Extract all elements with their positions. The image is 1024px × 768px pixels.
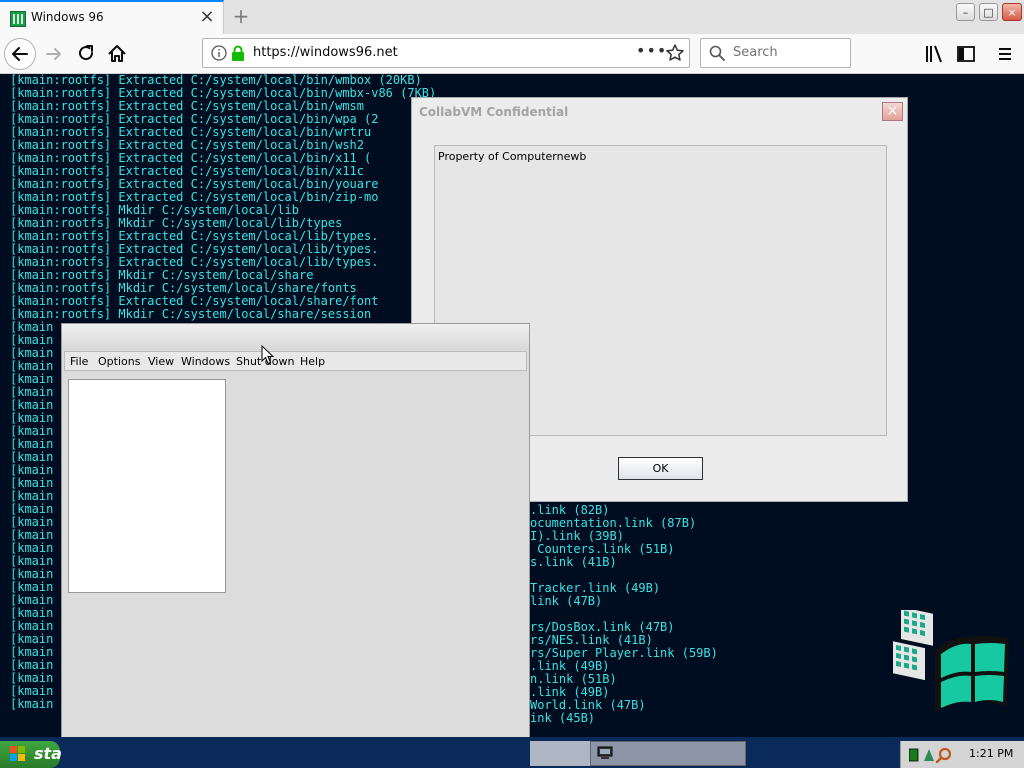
dialog-close-button[interactable]: × [882, 102, 903, 121]
menu-options[interactable]: Options [98, 355, 140, 368]
back-button[interactable] [4, 38, 36, 70]
network-icon [909, 748, 919, 762]
menu-help[interactable]: Help [300, 355, 325, 368]
window-close-button[interactable]: × [1002, 3, 1022, 21]
reload-button[interactable] [74, 42, 98, 66]
tab-close-button[interactable]: × [199, 7, 215, 27]
file-manager-window: File Options View Windows Shut down Help [61, 323, 530, 768]
library-icon [926, 45, 942, 63]
file-manager-titlebar[interactable] [62, 324, 529, 350]
bookmark-star-icon[interactable] [665, 43, 685, 63]
start-button[interactable]: sta [0, 741, 62, 768]
sidebar-icon [957, 46, 975, 62]
volume-icon [924, 749, 934, 761]
reload-icon [79, 45, 94, 61]
home-icon [108, 45, 126, 62]
url-text[interactable]: https://windows96.net [253, 45, 398, 60]
taskbar-window-button[interactable] [590, 741, 746, 766]
tab-title: Windows 96 [31, 10, 104, 24]
console-line: s.link (41B) [530, 555, 617, 569]
search-bar[interactable]: Search [700, 38, 851, 68]
tray-icons [909, 747, 952, 763]
search-icon [709, 45, 725, 61]
search-input[interactable]: Search [733, 45, 778, 60]
file-manager-menubar: File Options View Windows Shut down Help [64, 351, 527, 371]
console-line: ink (45B) [530, 711, 596, 725]
vm-screen[interactable]: [kmain:rootfs] Extracted C:/system/local… [0, 74, 1024, 768]
console-line: link (47B) [530, 594, 603, 608]
browser-toolbar: https://windows96.net ••• Search [0, 34, 1024, 74]
lock-icon[interactable] [231, 45, 245, 61]
menu-view[interactable]: View [148, 355, 174, 368]
menu-windows[interactable]: Windows [181, 355, 230, 368]
home-button[interactable] [105, 42, 129, 66]
folder-tree-pane[interactable] [68, 379, 226, 593]
taskbar-window-list [530, 741, 746, 766]
windows-flag-icon [10, 746, 25, 761]
dialog-title: CollabVM Confidential [419, 105, 569, 119]
hamburger-menu-icon [999, 48, 1011, 60]
windows96-logo-icon [893, 610, 1009, 712]
browser-tab-strip: Windows 96 × + – □ × [0, 0, 1024, 34]
page-actions-menu-icon[interactable]: ••• [636, 41, 667, 60]
computer-icon [597, 746, 613, 759]
new-tab-button[interactable]: + [230, 4, 252, 28]
windows96-favicon-icon [10, 11, 26, 27]
arrow-left-icon [12, 47, 28, 61]
dialog-message: Property of Computernewb [438, 150, 587, 163]
start-label: sta [34, 744, 62, 763]
mouse-cursor-icon [261, 345, 275, 365]
library-button[interactable] [924, 43, 948, 67]
forward-button[interactable] [42, 42, 66, 66]
info-icon[interactable] [211, 45, 227, 61]
browser-tab[interactable]: Windows 96 × [0, 0, 224, 34]
window-minimize-button[interactable]: – [956, 3, 975, 21]
open-menu-button[interactable] [994, 43, 1018, 67]
taskbar: sta 1:21 PM [0, 737, 1024, 768]
sidebar-toggle-button[interactable] [955, 43, 979, 67]
menu-file[interactable]: File [70, 355, 88, 368]
taskbar-clock: 1:21 PM [969, 747, 1014, 760]
address-bar[interactable]: https://windows96.net ••• [202, 38, 690, 68]
boot-console-right-segment: .link (82B) ocumentation.link (87B) I).lin… [530, 504, 718, 725]
window-maximize-button[interactable]: □ [979, 3, 998, 21]
ok-button[interactable]: OK [618, 457, 703, 480]
dialog-titlebar[interactable]: CollabVM Confidential × [412, 98, 907, 126]
system-tray: 1:21 PM [900, 741, 1024, 768]
arrow-right-icon [46, 48, 61, 60]
console-line: [kmain:rootfs] Mkdir C:/system/local/sha… [10, 307, 372, 321]
